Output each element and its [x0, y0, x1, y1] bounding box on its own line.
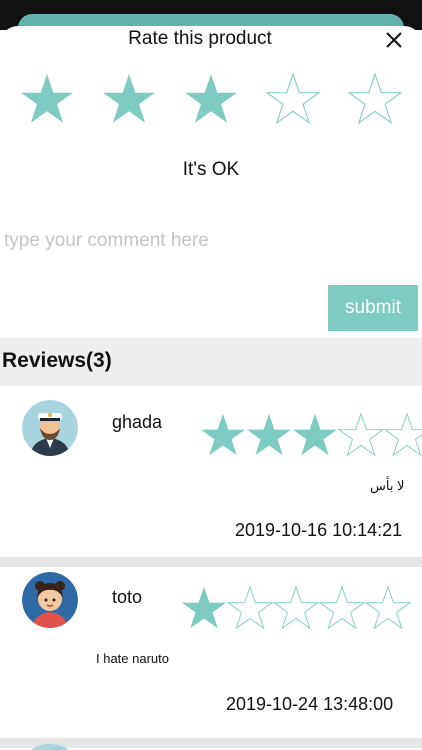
review-date: 2019-10-24 13:48:00	[226, 694, 394, 714]
review-name: toto	[112, 587, 143, 607]
review-date: 2019-10-16 10:14:21	[235, 520, 403, 540]
filled-star-icon	[200, 413, 246, 456]
rating-stars	[20, 72, 402, 128]
submit-button[interactable]: submit	[328, 285, 418, 331]
empty-star-icon	[338, 412, 384, 457]
empty-star-icon	[384, 412, 422, 457]
review-comment: I hate naruto	[96, 651, 169, 666]
reviews-header: Reviews(3)	[0, 338, 422, 386]
comment-input[interactable]	[4, 224, 414, 258]
review-item: toto I hate naruto 2019-10-24 13:48:00	[0, 567, 422, 714]
empty-star-icon	[365, 585, 411, 630]
review-item: ghada لا بأس 2019-10-16 10:14:21	[0, 386, 422, 556]
filled-star-icon[interactable]	[102, 72, 156, 126]
girl-avatar-icon	[22, 572, 78, 628]
sheet-title: Rate this product	[128, 28, 272, 49]
close-icon	[386, 32, 402, 48]
review-separator	[0, 557, 422, 567]
empty-star-icon	[227, 585, 273, 630]
filled-star-icon	[246, 413, 292, 456]
empty-star-icon	[273, 585, 319, 630]
empty-star-icon	[319, 585, 365, 630]
review-stars	[181, 585, 411, 631]
filled-star-icon	[292, 413, 338, 456]
review-stars	[200, 412, 422, 458]
rating-label: It's OK	[182, 159, 240, 180]
sailor-avatar-icon	[22, 400, 78, 456]
empty-star-icon[interactable]	[266, 72, 320, 126]
review-comment: لا بأس	[370, 478, 405, 493]
empty-star-icon[interactable]	[348, 72, 402, 126]
sheet-header: Rate this product	[0, 26, 422, 56]
filled-star-icon[interactable]	[184, 72, 238, 126]
reviews-title: Reviews(3)	[2, 349, 112, 372]
review-name: ghada	[112, 412, 163, 432]
close-button[interactable]	[380, 26, 408, 54]
filled-star-icon	[181, 586, 227, 629]
filled-star-icon[interactable]	[20, 72, 74, 126]
